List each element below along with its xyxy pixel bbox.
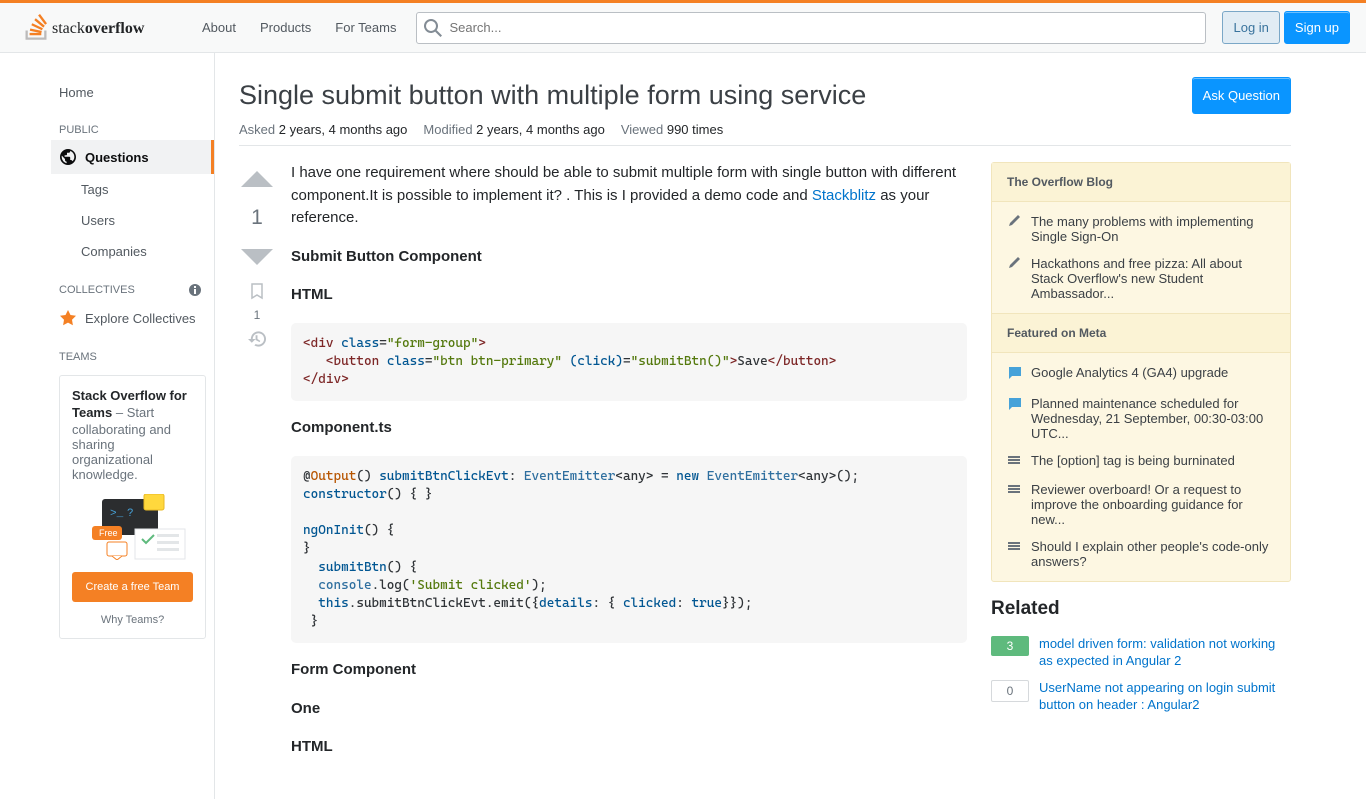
ask-question-button[interactable]: Ask Question	[1192, 77, 1291, 114]
explore-collectives-label: Explore Collectives	[85, 311, 196, 326]
overflow-blog-box: The Overflow Blog The many problems with…	[991, 162, 1291, 582]
related-score: 3	[991, 636, 1029, 656]
signup-button[interactable]: Sign up	[1284, 11, 1350, 44]
search-input[interactable]	[416, 12, 1206, 44]
sidebar-home[interactable]: Home	[51, 77, 214, 108]
related-item-1[interactable]: 0 UserName not appearing on login submit…	[991, 680, 1291, 714]
create-team-button[interactable]: Create a free Team	[72, 572, 193, 602]
search-container	[416, 12, 1206, 44]
sidebar-public-header: PUBLIC	[51, 108, 214, 140]
bookmark-count: 1	[254, 308, 261, 322]
vote-count: 1	[251, 206, 263, 230]
meta-item-2[interactable]: Planned maintenance scheduled for Wednes…	[992, 384, 1290, 441]
main-content: Single submit button with multiple form …	[215, 53, 1315, 799]
related-link[interactable]: model driven form: validation not workin…	[1039, 636, 1291, 670]
left-sidebar: Home PUBLIC Questions Tags Users Compani…	[51, 53, 215, 799]
meta-icon	[1007, 365, 1023, 381]
related-link[interactable]: UserName not appearing on login submit b…	[1039, 680, 1291, 714]
stack-icon	[1007, 482, 1021, 496]
heading-html-1: HTML	[291, 284, 967, 307]
header-buttons: Log in Sign up	[1222, 11, 1350, 44]
sidebar-tags[interactable]: Tags	[51, 174, 214, 205]
post-layout: 1 1 I have one requirement where should …	[239, 162, 967, 775]
main-header: stackoverflow About Products For Teams L…	[0, 3, 1366, 53]
sidebar-users[interactable]: Users	[51, 205, 214, 236]
sidebar-explore-collectives[interactable]: Explore Collectives	[51, 301, 214, 335]
blog-item-1[interactable]: The many problems with implementing Sing…	[992, 202, 1290, 244]
sidebar-collectives-header: COLLECTIVES	[51, 267, 214, 301]
nav-products[interactable]: Products	[248, 14, 323, 41]
teams-promo-box: Stack Overflow for Teams – Start collabo…	[59, 375, 206, 639]
question-header: Single submit button with multiple form …	[239, 77, 1291, 114]
question-meta: Asked 2 years, 4 months ago Modified 2 y…	[239, 122, 1291, 146]
pencil-icon	[1007, 256, 1021, 270]
nav-for-teams[interactable]: For Teams	[323, 14, 408, 41]
pencil-icon	[1007, 214, 1021, 228]
login-button[interactable]: Log in	[1222, 11, 1279, 44]
meta-header: Featured on Meta	[992, 313, 1290, 353]
stackblitz-link[interactable]: Stackblitz	[812, 187, 876, 204]
right-sidebar: The Overflow Blog The many problems with…	[991, 162, 1291, 775]
heading-component-ts: Component.ts	[291, 417, 967, 440]
stack-icon	[1007, 453, 1021, 467]
downvote-button[interactable]	[239, 238, 275, 274]
info-icon[interactable]	[188, 283, 202, 297]
code-block-html[interactable]: <div class="form-group"> <button class="…	[291, 323, 967, 402]
stackoverflow-logo[interactable]: stackoverflow	[16, 3, 182, 52]
stack-icon	[1007, 539, 1021, 553]
related-item-0[interactable]: 3 model driven form: validation not work…	[991, 636, 1291, 670]
teams-promo-text: Stack Overflow for Teams – Start collabo…	[72, 388, 193, 482]
meta-item-4[interactable]: Reviewer overboard! Or a request to impr…	[992, 470, 1290, 527]
globe-icon	[59, 148, 77, 166]
heading-html-2: HTML	[291, 736, 967, 759]
heading-form-component: Form Component	[291, 659, 967, 682]
bookmark-button[interactable]	[248, 282, 266, 300]
sidebar-questions-label: Questions	[85, 150, 149, 165]
svg-text:>_: >_	[110, 508, 124, 520]
header-nav: About Products For Teams	[190, 14, 408, 41]
teams-promo-image: >_ ? Free	[72, 494, 202, 560]
upvote-button[interactable]	[239, 162, 275, 198]
nav-about[interactable]: About	[190, 14, 248, 41]
blog-item-2[interactable]: Hackathons and free pizza: All about Sta…	[992, 244, 1290, 301]
post-body: I have one requirement where should be a…	[291, 162, 967, 775]
history-button[interactable]	[248, 330, 266, 348]
heading-submit-component: Submit Button Component	[291, 246, 967, 269]
meta-item-1[interactable]: Google Analytics 4 (GA4) upgrade	[992, 353, 1290, 384]
sidebar-questions[interactable]: Questions	[51, 140, 214, 174]
svg-text:stackoverflow: stackoverflow	[52, 20, 145, 37]
meta-item-3[interactable]: The [option] tag is being burninated	[992, 441, 1290, 470]
svg-text:?: ?	[127, 508, 134, 520]
meta-item-5[interactable]: Should I explain other people's code-onl…	[992, 527, 1290, 569]
sidebar-teams-header: TEAMS	[51, 335, 214, 367]
related-score: 0	[991, 680, 1029, 702]
vote-cell: 1 1	[239, 162, 275, 775]
search-icon	[424, 19, 442, 37]
meta-icon	[1007, 396, 1023, 412]
why-teams-link[interactable]: Why Teams?	[72, 614, 193, 626]
related-header: Related	[991, 598, 1291, 620]
svg-text:Free: Free	[99, 528, 118, 538]
question-title: Single submit button with multiple form …	[239, 77, 866, 113]
blog-header: The Overflow Blog	[992, 163, 1290, 202]
heading-one: One	[291, 698, 967, 721]
star-icon	[59, 309, 77, 327]
code-block-ts[interactable]: @Output() submitBtnClickEvt: EventEmitte…	[291, 456, 967, 644]
sidebar-companies[interactable]: Companies	[51, 236, 214, 267]
